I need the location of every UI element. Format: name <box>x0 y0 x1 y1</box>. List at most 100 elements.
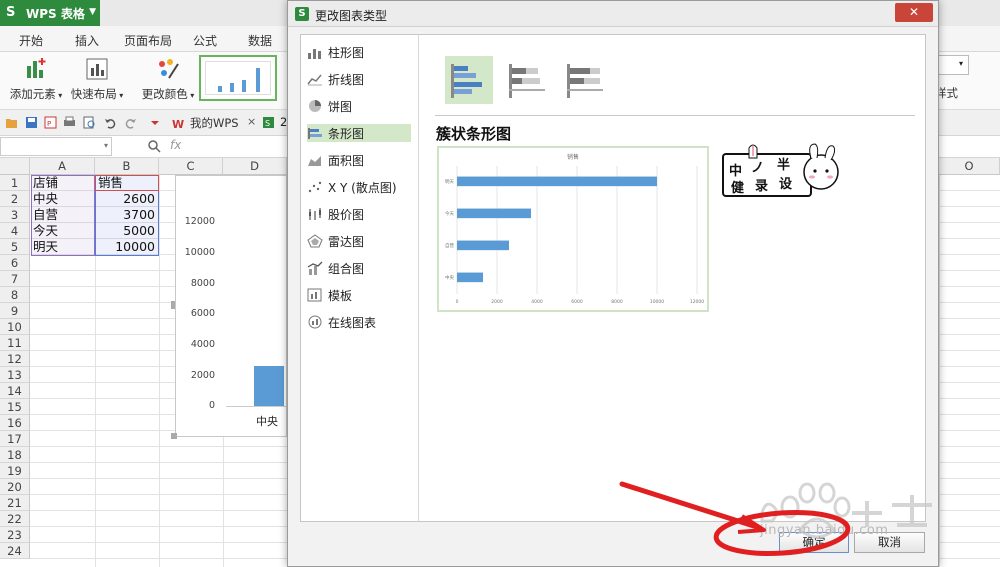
add-element-button[interactable]: 添加元素 ▾ <box>8 56 64 102</box>
open-folder-icon[interactable] <box>5 116 18 129</box>
spreadsheet-tab-icon[interactable]: S <box>262 116 275 129</box>
chart-type-item[interactable]: 模板 <box>307 286 411 304</box>
tab-my-wps[interactable]: 我的WPS <box>190 115 239 131</box>
export-pdf-icon[interactable]: P <box>44 116 57 129</box>
undo-icon[interactable] <box>104 116 117 129</box>
row-header[interactable]: 17 <box>0 431 30 447</box>
chart-style-thumbnail-selected[interactable] <box>199 55 277 101</box>
row-header[interactable]: 19 <box>0 463 30 479</box>
cell-a5[interactable]: 明天 <box>33 239 93 255</box>
column-header-o[interactable]: O <box>939 158 1000 175</box>
close-button[interactable]: ✕ <box>895 3 933 22</box>
chart-type-item[interactable]: 柱形图 <box>307 43 411 61</box>
row-header[interactable]: 4 <box>0 223 30 239</box>
row-header[interactable]: 23 <box>0 527 30 543</box>
chart-type-label: X Y (散点图) <box>328 180 397 195</box>
select-all-corner[interactable] <box>0 158 30 175</box>
row-header[interactable]: 7 <box>0 271 30 287</box>
baidu-watermark-logo <box>760 482 932 539</box>
variant-clustered-bar[interactable] <box>445 56 493 104</box>
dialog-title-bar[interactable]: S 更改图表类型 ✕ <box>288 1 938 27</box>
chart-type-label: 在线图表 <box>328 315 377 330</box>
preview-category-label: 中央 <box>445 274 454 281</box>
chart-type-item[interactable]: 饼图 <box>307 97 411 115</box>
quick-layout-button[interactable]: 快速布局 ▾ <box>68 56 126 102</box>
chart-style-dropdown[interactable]: ▾ <box>935 55 969 75</box>
fx-icon[interactable]: fx <box>170 138 181 152</box>
chart-type-item[interactable]: 股价图 <box>307 205 411 223</box>
cell-a4[interactable]: 今天 <box>33 223 93 239</box>
chart-type-item[interactable]: 条形图 <box>307 124 411 142</box>
column-header-d[interactable]: D <box>223 158 287 175</box>
row-header[interactable]: 15 <box>0 399 30 415</box>
row-header[interactable]: 14 <box>0 383 30 399</box>
row-header[interactable]: 24 <box>0 543 30 559</box>
chart-type-item[interactable]: 组合图 <box>307 259 411 277</box>
row-header[interactable]: 3 <box>0 207 30 223</box>
row-header[interactable]: 9 <box>0 303 30 319</box>
tab-data[interactable]: 数据 <box>248 32 272 49</box>
chart-type-item[interactable]: 在线图表 <box>307 313 411 331</box>
quick-layout-label: 快速布局 <box>70 87 117 101</box>
line-chart-icon <box>307 72 323 86</box>
chart-type-item[interactable]: X Y (散点图) <box>307 178 411 196</box>
variant-100-stacked-bar[interactable] <box>561 56 609 104</box>
save-icon[interactable] <box>25 116 38 129</box>
customize-toolbar-icon[interactable] <box>149 116 162 129</box>
wps-app-menu-button[interactable]: S WPS 表格 ▼ <box>0 0 100 26</box>
row-header[interactable]: 21 <box>0 495 30 511</box>
redo-icon[interactable] <box>124 116 137 129</box>
cell-b5[interactable]: 10000 <box>96 239 158 255</box>
svg-text:ノ: ノ <box>751 161 764 176</box>
chevron-down-icon: ▾ <box>959 59 964 68</box>
stacked-bar-icon <box>509 64 545 98</box>
column-header-b[interactable]: B <box>95 158 159 175</box>
chart-resize-handle[interactable] <box>171 301 175 309</box>
cell-b2[interactable]: 2600 <box>96 191 158 207</box>
variant-stacked-bar[interactable] <box>503 56 551 104</box>
watermark-text: jingyan.baidu.com <box>760 523 889 538</box>
row-header[interactable]: 18 <box>0 447 30 463</box>
row-header[interactable]: 22 <box>0 511 30 527</box>
chart-type-label: 条形图 <box>328 126 365 141</box>
cell-a2[interactable]: 中央 <box>33 191 93 207</box>
row-header[interactable]: 13 <box>0 367 30 383</box>
column-chart-icon <box>307 45 323 59</box>
tab-formula[interactable]: 公式 <box>193 32 217 49</box>
cell-a1[interactable]: 店铺 <box>33 175 93 191</box>
chart-type-label: 雷达图 <box>328 234 365 249</box>
chart-type-label: 模板 <box>328 288 353 303</box>
zoom-magnifier-icon[interactable] <box>147 139 161 156</box>
column-header-c[interactable]: C <box>159 158 223 175</box>
chart-type-item[interactable]: 雷达图 <box>307 232 411 250</box>
row-header[interactable]: 6 <box>0 255 30 271</box>
chart-y-tick: 6000 <box>190 308 215 319</box>
chart-type-item[interactable]: 折线图 <box>307 70 411 88</box>
row-header[interactable]: 16 <box>0 415 30 431</box>
cell-b3[interactable]: 3700 <box>96 207 158 223</box>
row-header[interactable]: 10 <box>0 319 30 335</box>
row-header[interactable]: 2 <box>0 191 30 207</box>
tab-insert[interactable]: 插入 <box>75 32 99 49</box>
cell-a3[interactable]: 自营 <box>33 207 93 223</box>
chart-type-item[interactable]: 面积图 <box>307 151 411 169</box>
print-preview-icon[interactable] <box>83 116 96 129</box>
column-header-a[interactable]: A <box>30 158 95 175</box>
chart-type-label: 股价图 <box>328 207 365 222</box>
change-color-button[interactable]: 更改颜色 ▾ <box>139 56 197 102</box>
print-icon[interactable] <box>63 116 76 129</box>
close-tab-icon[interactable]: × <box>247 115 256 128</box>
cell-b1[interactable]: 销售 <box>98 175 158 191</box>
tab-home[interactable]: 开始 <box>19 32 43 49</box>
row-header[interactable]: 8 <box>0 287 30 303</box>
tab-page-layout[interactable]: 页面布局 <box>124 32 172 49</box>
row-header[interactable]: 20 <box>0 479 30 495</box>
name-box[interactable]: ▾ <box>0 137 112 156</box>
row-header[interactable]: 11 <box>0 335 30 351</box>
cell-b4[interactable]: 5000 <box>96 223 158 239</box>
chart-resize-handle[interactable] <box>171 433 177 439</box>
chart-x-axis <box>226 406 286 407</box>
row-header[interactable]: 12 <box>0 351 30 367</box>
row-header[interactable]: 5 <box>0 239 30 255</box>
row-header[interactable]: 1 <box>0 175 30 191</box>
